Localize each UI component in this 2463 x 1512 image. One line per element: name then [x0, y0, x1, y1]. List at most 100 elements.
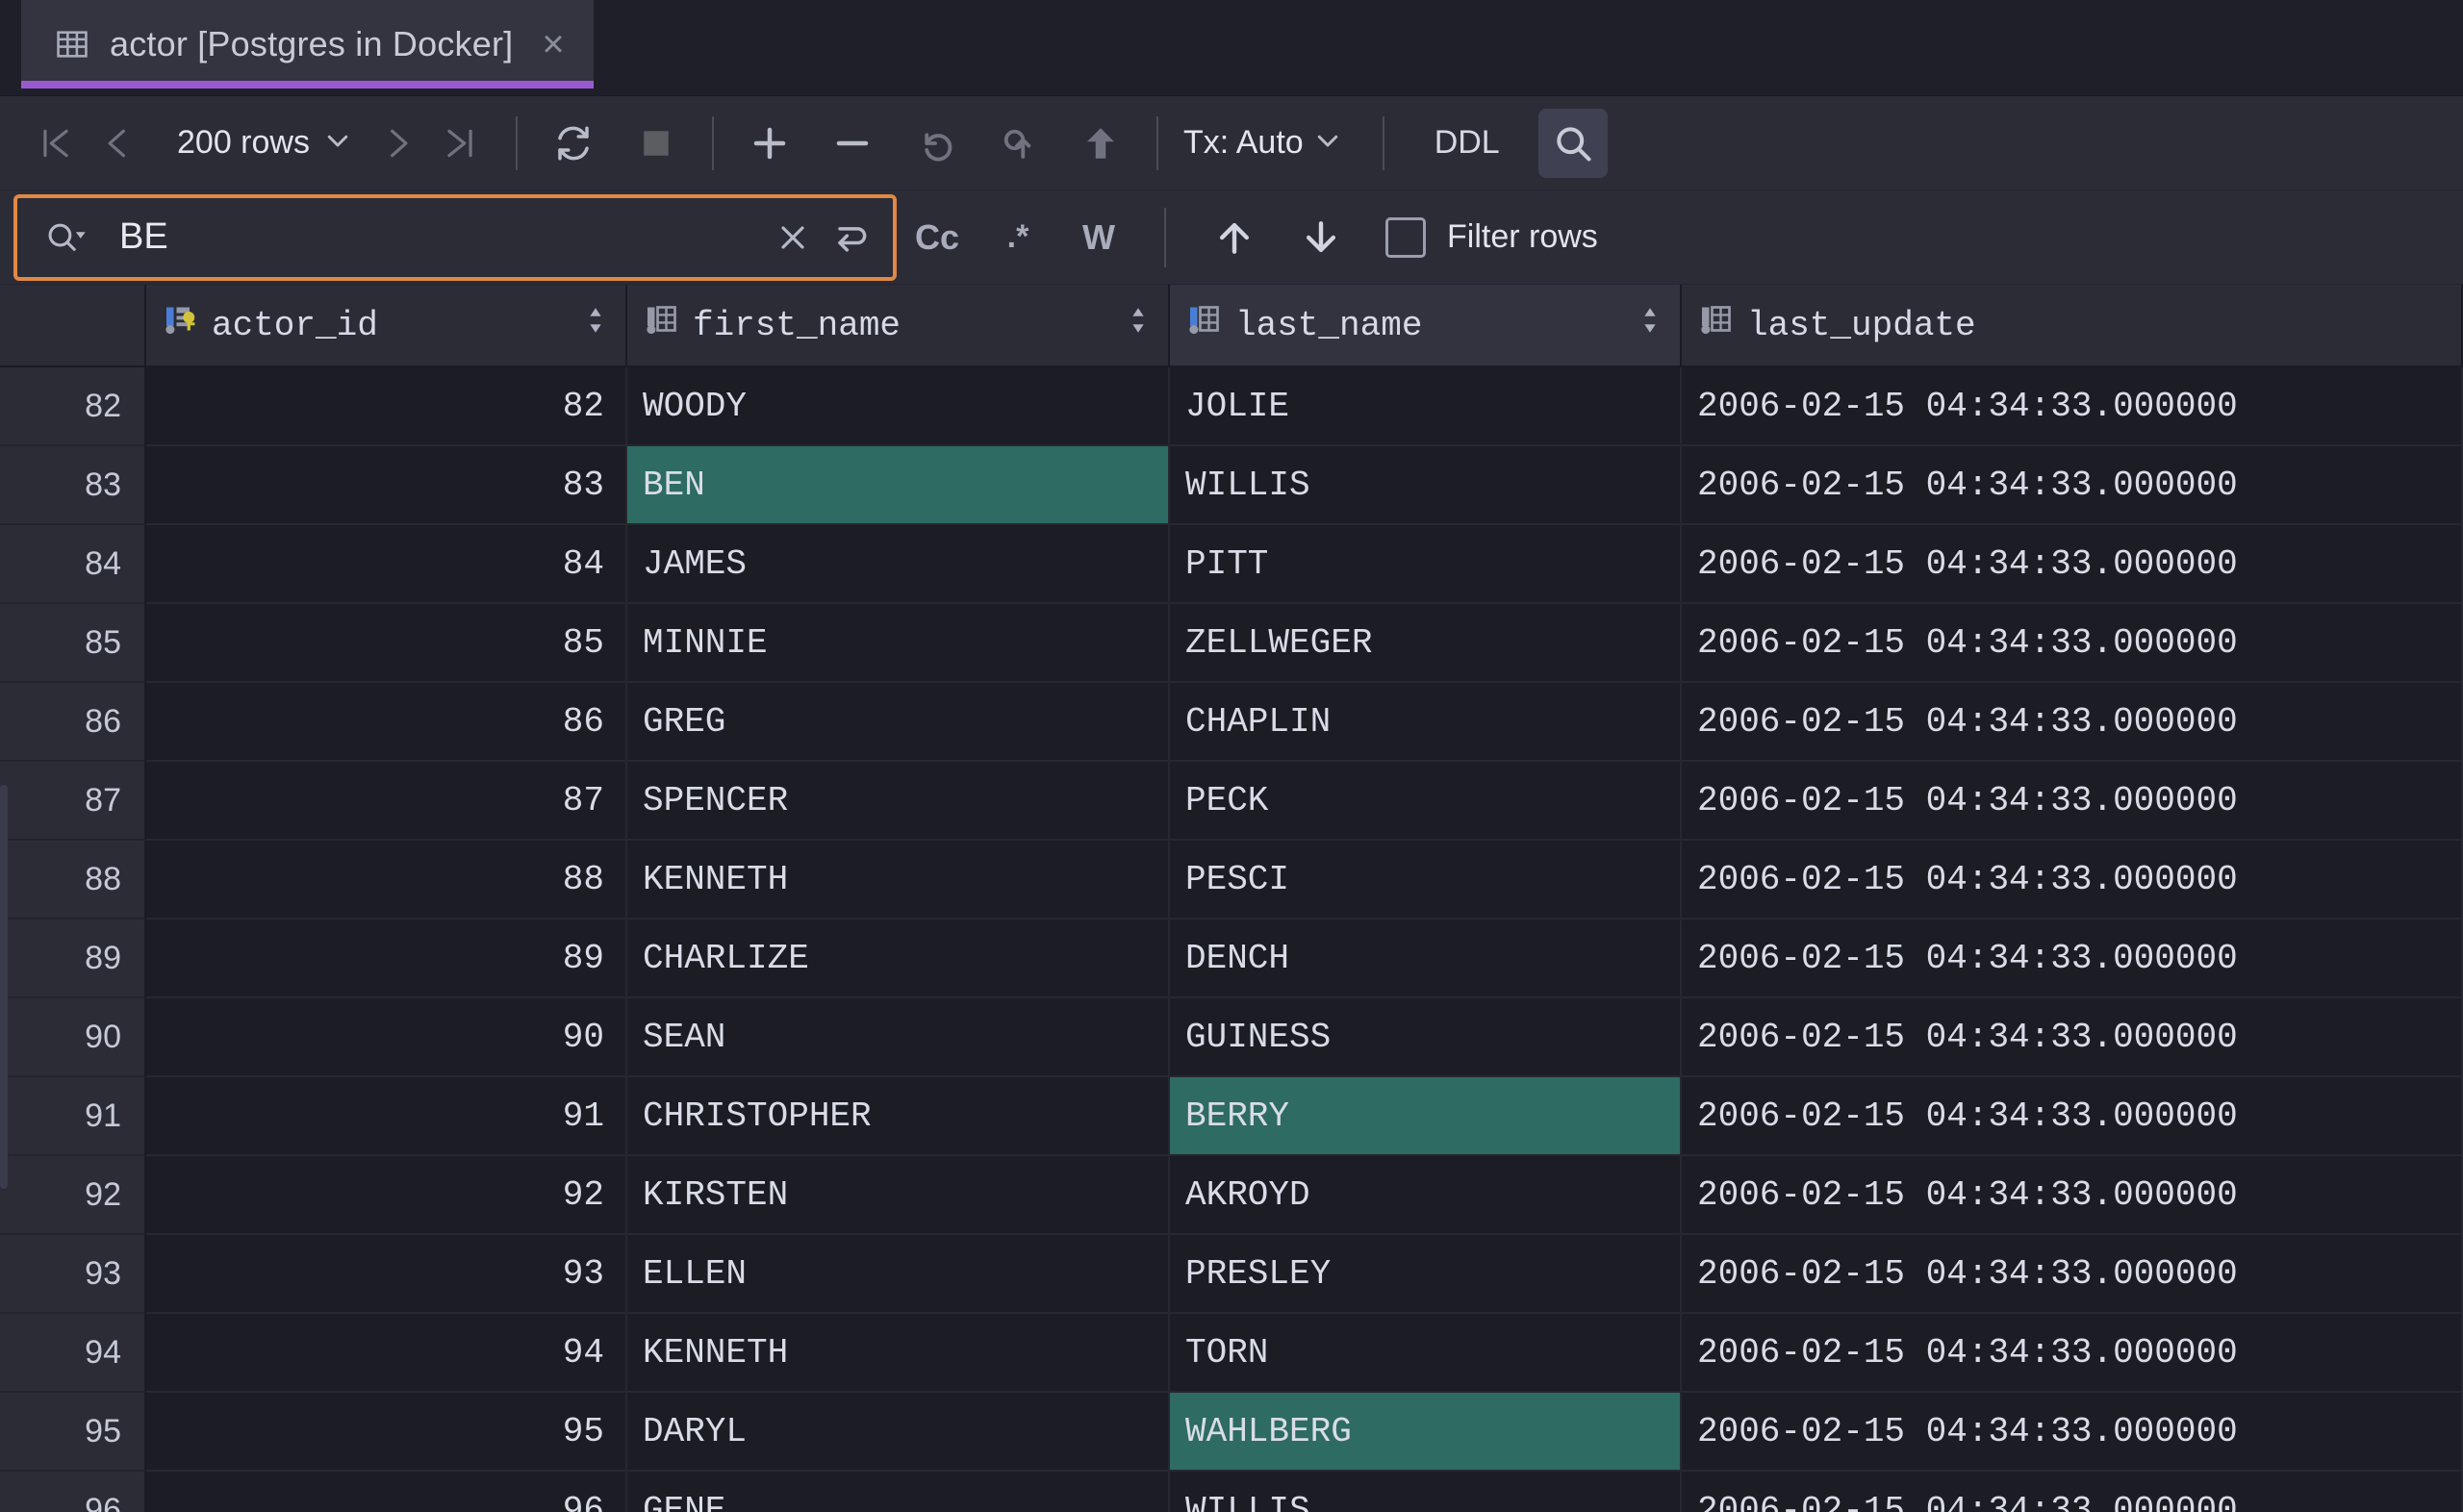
cell-last_name[interactable]: DENCH: [1170, 920, 1682, 998]
plus-icon[interactable]: [739, 113, 800, 174]
cell-actor_id[interactable]: 95: [146, 1393, 627, 1472]
row-number[interactable]: 82: [0, 367, 146, 446]
row-number[interactable]: 86: [0, 683, 146, 762]
cell-first_name[interactable]: BEN: [627, 446, 1170, 525]
cell-actor_id[interactable]: 86: [146, 683, 627, 762]
row-number[interactable]: 87: [0, 762, 146, 841]
row-number[interactable]: 96: [0, 1472, 146, 1512]
cell-actor_id[interactable]: 91: [146, 1077, 627, 1156]
cell-last_name[interactable]: AKROYD: [1170, 1156, 1682, 1235]
minus-icon[interactable]: [822, 113, 883, 174]
cell-last_name[interactable]: GUINESS: [1170, 998, 1682, 1077]
table-row[interactable]: 94 94 KENNETH TORN 2006-02-15 04:34:33.00000…: [0, 1314, 2463, 1393]
vertical-scrollbar-thumb[interactable]: [0, 785, 8, 1189]
cell-actor_id[interactable]: 88: [146, 841, 627, 920]
cell-first_name[interactable]: WOODY: [627, 367, 1170, 446]
close-icon[interactable]: ×: [542, 25, 564, 63]
cell-first_name[interactable]: MINNIE: [627, 604, 1170, 683]
table-row[interactable]: 96 96 GENE WILLIS 2006-02-15 04:34:33.000000: [0, 1472, 2463, 1512]
cell-first_name[interactable]: KENNETH: [627, 1314, 1170, 1393]
cell-last_update[interactable]: 2006-02-15 04:34:33.000000: [1682, 1156, 2463, 1235]
cell-first_name[interactable]: SPENCER: [627, 762, 1170, 841]
cell-first_name[interactable]: CHRISTOPHER: [627, 1077, 1170, 1156]
ddl-button[interactable]: DDL: [1409, 124, 1525, 162]
column-header-last_update[interactable]: last_update: [1682, 285, 2463, 367]
undo-icon[interactable]: [904, 113, 966, 174]
row-number[interactable]: 90: [0, 998, 146, 1077]
whole-words-button[interactable]: W: [1066, 205, 1131, 270]
chevron-down-icon[interactable]: [323, 126, 352, 160]
sort-toggle-icon[interactable]: [583, 304, 608, 347]
row-number[interactable]: 95: [0, 1393, 146, 1472]
cell-first_name[interactable]: KIRSTEN: [627, 1156, 1170, 1235]
cell-last_name[interactable]: PESCI: [1170, 841, 1682, 920]
refresh-icon[interactable]: [543, 113, 604, 174]
search-input-value[interactable]: BE: [106, 216, 756, 258]
table-row[interactable]: 86 86 GREG CHAPLIN 2006-02-15 04:34:33.00000…: [0, 683, 2463, 762]
last-page-icon[interactable]: [429, 113, 491, 174]
cell-actor_id[interactable]: 89: [146, 920, 627, 998]
table-row[interactable]: 91 91 CHRISTOPHER BERRY 2006-02-15 04:34:33.…: [0, 1077, 2463, 1156]
arrow-down-icon[interactable]: [1287, 204, 1355, 271]
row-number[interactable]: 85: [0, 604, 146, 683]
cell-last_update[interactable]: 2006-02-15 04:34:33.000000: [1682, 1472, 2463, 1512]
cell-actor_id[interactable]: 92: [146, 1156, 627, 1235]
cell-last_update[interactable]: 2006-02-15 04:34:33.000000: [1682, 1393, 2463, 1472]
cell-actor_id[interactable]: 94: [146, 1314, 627, 1393]
cell-last_name[interactable]: JOLIE: [1170, 367, 1682, 446]
cell-actor_id[interactable]: 87: [146, 762, 627, 841]
cell-last_update[interactable]: 2006-02-15 04:34:33.000000: [1682, 920, 2463, 998]
cell-last_update[interactable]: 2006-02-15 04:34:33.000000: [1682, 841, 2463, 920]
cell-actor_id[interactable]: 82: [146, 367, 627, 446]
table-row[interactable]: 95 95 DARYL WAHLBERG 2006-02-15 04:34:33.000…: [0, 1393, 2463, 1472]
cell-last_update[interactable]: 2006-02-15 04:34:33.000000: [1682, 1077, 2463, 1156]
row-number[interactable]: 88: [0, 841, 146, 920]
cell-last_name[interactable]: WAHLBERG: [1170, 1393, 1682, 1472]
cell-last_name[interactable]: WILLIS: [1170, 446, 1682, 525]
cell-last_update[interactable]: 2006-02-15 04:34:33.000000: [1682, 762, 2463, 841]
prev-page-icon[interactable]: [87, 113, 148, 174]
table-row[interactable]: 87 87 SPENCER PECK 2006-02-15 04:34:33.00000…: [0, 762, 2463, 841]
sort-toggle-icon[interactable]: [1638, 304, 1663, 347]
cell-first_name[interactable]: KENNETH: [627, 841, 1170, 920]
transaction-mode-label[interactable]: Tx: Auto: [1183, 124, 1313, 162]
table-row[interactable]: 90 90 SEAN GUINESS 2006-02-15 04:34:33.00000…: [0, 998, 2463, 1077]
cell-last_name[interactable]: TORN: [1170, 1314, 1682, 1393]
row-number[interactable]: 92: [0, 1156, 146, 1235]
cell-last_update[interactable]: 2006-02-15 04:34:33.000000: [1682, 525, 2463, 604]
sort-toggle-icon[interactable]: [1126, 304, 1151, 347]
cell-actor_id[interactable]: 93: [146, 1235, 627, 1314]
table-row[interactable]: 93 93 ELLEN PRESLEY 2006-02-15 04:34:33.0000…: [0, 1235, 2463, 1314]
column-header-first_name[interactable]: first_name: [627, 285, 1170, 367]
match-case-button[interactable]: Cc: [904, 205, 970, 270]
row-number[interactable]: 91: [0, 1077, 146, 1156]
arrow-up-icon[interactable]: [1201, 204, 1268, 271]
cell-last_update[interactable]: 2006-02-15 04:34:33.000000: [1682, 1314, 2463, 1393]
cell-last_update[interactable]: 2006-02-15 04:34:33.000000: [1682, 998, 2463, 1077]
cell-first_name[interactable]: CHARLIZE: [627, 920, 1170, 998]
table-row[interactable]: 89 89 CHARLIZE DENCH 2006-02-15 04:34:33.000…: [0, 920, 2463, 998]
cell-last_name[interactable]: WILLIS: [1170, 1472, 1682, 1512]
cell-actor_id[interactable]: 96: [146, 1472, 627, 1512]
upload-icon[interactable]: [1070, 113, 1131, 174]
cell-first_name[interactable]: ELLEN: [627, 1235, 1170, 1314]
stop-icon[interactable]: [625, 113, 687, 174]
table-row[interactable]: 84 84 JAMES PITT 2006-02-15 04:34:33.000000: [0, 525, 2463, 604]
table-row[interactable]: 83 83 BEN WILLIS 2006-02-15 04:34:33.000000: [0, 446, 2463, 525]
next-page-icon[interactable]: [368, 113, 429, 174]
cell-last_update[interactable]: 2006-02-15 04:34:33.000000: [1682, 446, 2463, 525]
row-number[interactable]: 83: [0, 446, 146, 525]
cell-last_name[interactable]: CHAPLIN: [1170, 683, 1682, 762]
filter-rows-label[interactable]: Filter rows: [1447, 218, 1598, 256]
cell-last_name[interactable]: PITT: [1170, 525, 1682, 604]
rows-count-label[interactable]: 200 rows: [148, 124, 323, 162]
row-number[interactable]: 89: [0, 920, 146, 998]
editor-tab-actor[interactable]: actor [Postgres in Docker] ×: [21, 0, 594, 88]
cell-first_name[interactable]: GENE: [627, 1472, 1170, 1512]
cell-actor_id[interactable]: 85: [146, 604, 627, 683]
cell-last_update[interactable]: 2006-02-15 04:34:33.000000: [1682, 367, 2463, 446]
cell-last_update[interactable]: 2006-02-15 04:34:33.000000: [1682, 683, 2463, 762]
cell-last_update[interactable]: 2006-02-15 04:34:33.000000: [1682, 1235, 2463, 1314]
cell-first_name[interactable]: GREG: [627, 683, 1170, 762]
cell-first_name[interactable]: JAMES: [627, 525, 1170, 604]
